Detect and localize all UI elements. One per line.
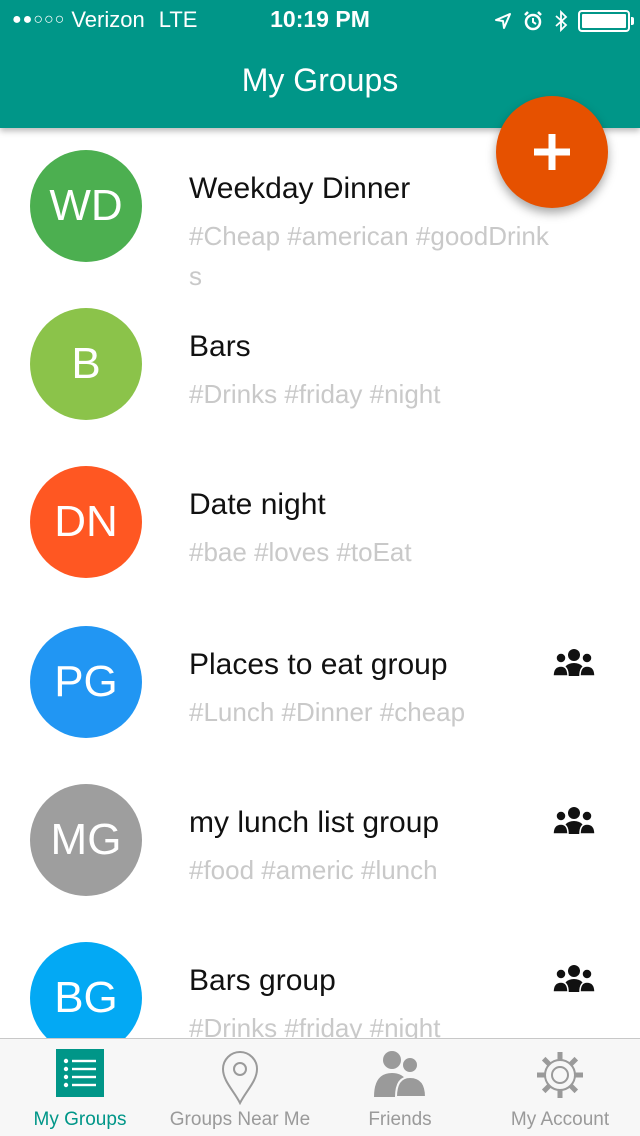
group-avatar: B [30,308,142,420]
tab-groups-near-me[interactable]: Groups Near Me [160,1039,320,1136]
tab-my-account[interactable]: My Account [480,1039,640,1136]
location-pin-icon [221,1051,259,1105]
bluetooth-icon [555,9,568,33]
tab-bar: My Groups Groups Near Me Friends My Acco… [0,1038,640,1136]
group-avatar: MG [30,784,142,896]
tab-friends[interactable]: Friends [320,1039,480,1136]
group-tags: #Cheap #american #goodDrinks [189,221,549,291]
group-avatar: WD [30,150,142,262]
group-name: my lunch list group [189,806,440,839]
group-avatar: PG [30,626,142,738]
shared-group-icon [552,965,596,993]
group-row[interactable]: BG Bars group #Drinks #friday #night [0,920,640,1038]
group-name: Weekday Dinner [189,172,411,205]
group-tags: #Drinks #friday #night [189,1013,441,1038]
group-tags: #food #americ #lunch [189,855,438,885]
group-tags: #bae #loves #toEat [189,537,412,567]
group-row[interactable]: DN Date night #bae #loves #toEat [0,444,640,602]
location-arrow-icon [495,13,511,29]
tab-label: Groups Near Me [169,1109,311,1130]
group-row[interactable]: MG my lunch list group #food #americ #lu… [0,762,640,920]
group-name: Date night [189,488,326,521]
tab-label: Friends [368,1109,432,1130]
group-name: Places to eat group [189,648,448,681]
tab-label: My Groups [33,1109,127,1130]
group-avatar: DN [30,466,142,578]
group-avatar: BG [30,942,142,1038]
alarm-icon [524,11,542,31]
group-list[interactable]: WD Weekday Dinner #Cheap #american #good… [0,128,640,1038]
group-row[interactable]: B Bars #Drinks #friday #night [0,286,640,444]
tab-my-groups[interactable]: My Groups [0,1039,160,1136]
plus-icon [534,134,570,170]
friends-icon [374,1051,428,1098]
status-bar: ●●○○○ Verizon LTE 10:19 PM [0,0,640,40]
group-tags: #Lunch #Dinner #cheap [189,697,466,727]
gear-icon [537,1052,583,1098]
shared-group-icon [552,807,596,835]
shared-group-icon [552,649,596,677]
group-name: Bars [189,330,251,363]
add-group-button[interactable] [496,96,608,208]
list-icon [56,1049,104,1097]
group-row[interactable]: PG Places to eat group #Lunch #Dinner #c… [0,604,640,762]
battery-icon [578,10,634,32]
group-tags: #Drinks #friday #night [189,379,441,409]
tab-label: My Account [510,1109,610,1130]
page-title: My Groups [241,62,399,98]
status-icons [494,9,634,33]
group-name: Bars group [189,964,336,997]
